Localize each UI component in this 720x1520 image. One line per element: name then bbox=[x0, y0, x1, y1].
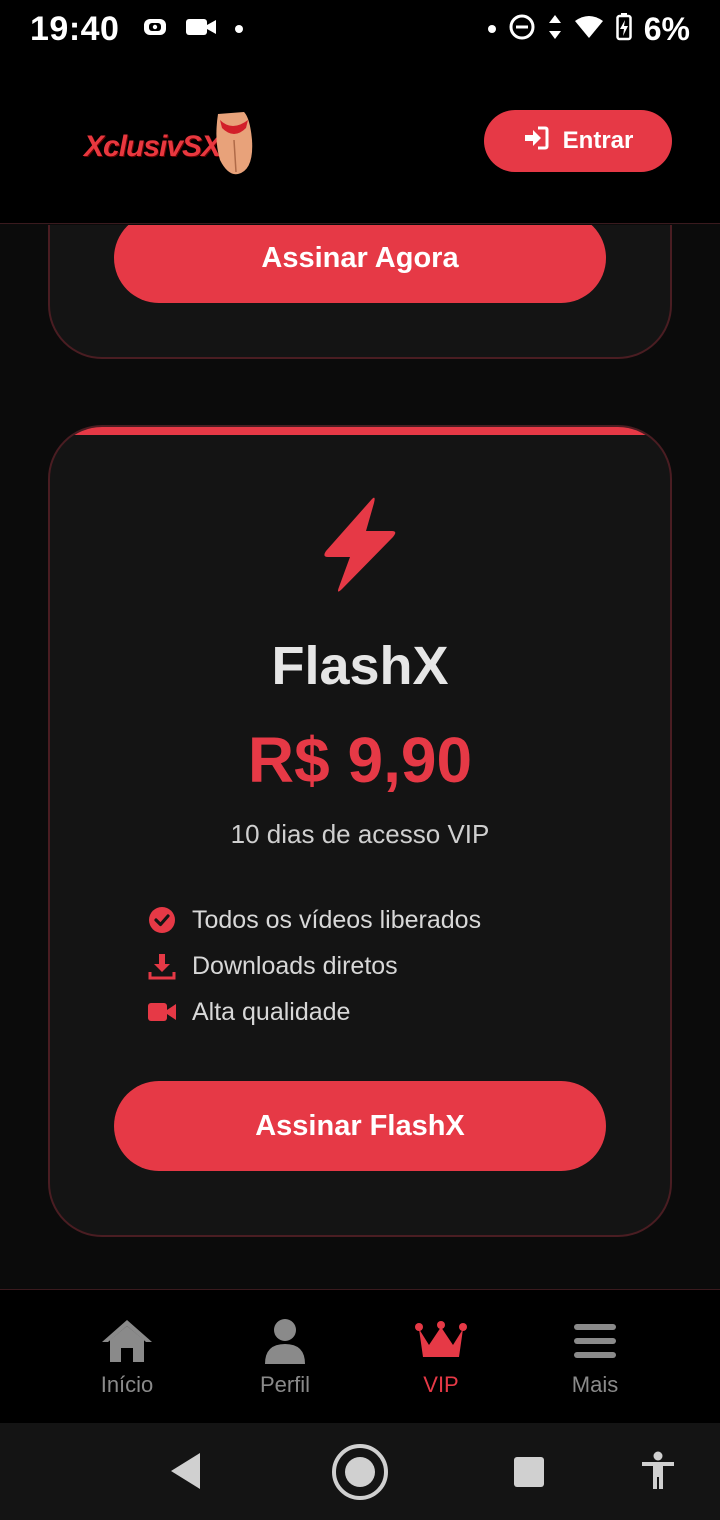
nav-label: Início bbox=[100, 1372, 154, 1397]
feature-list: Todos os vídeos liberados Downloads dire… bbox=[146, 897, 481, 1035]
home-button-icon[interactable] bbox=[331, 1443, 389, 1501]
nav-item-home[interactable]: Início bbox=[67, 1316, 187, 1398]
back-icon[interactable] bbox=[168, 1451, 204, 1491]
card-accent-bar bbox=[50, 427, 670, 435]
home-icon bbox=[100, 1316, 154, 1366]
sign-in-icon bbox=[523, 126, 549, 157]
feature-item: Alta qualidade bbox=[146, 989, 481, 1035]
battery-percent: 6% bbox=[643, 10, 690, 47]
system-nav-bar bbox=[0, 1423, 720, 1520]
screen-record-icon bbox=[143, 17, 167, 42]
nav-label: Perfil bbox=[259, 1372, 311, 1397]
menu-icon bbox=[574, 1316, 616, 1366]
crown-icon bbox=[415, 1316, 467, 1366]
feature-item: Todos os vídeos liberados bbox=[146, 897, 481, 943]
lightning-bolt-icon bbox=[322, 495, 398, 600]
accessibility-icon[interactable] bbox=[640, 1451, 676, 1491]
previous-plan-card: Assinar Agora bbox=[48, 225, 672, 359]
nav-label: Mais bbox=[571, 1372, 619, 1397]
feature-label: Alta qualidade bbox=[192, 997, 351, 1026]
recents-icon[interactable] bbox=[513, 1456, 545, 1488]
do-not-disturb-icon bbox=[508, 13, 536, 46]
wifi-icon bbox=[574, 15, 604, 44]
feature-label: Downloads diretos bbox=[192, 951, 398, 980]
login-button[interactable]: Entrar bbox=[484, 110, 672, 172]
subscribe-now-button[interactable]: Assinar Agora bbox=[114, 225, 606, 303]
notification-dot-icon bbox=[235, 25, 244, 33]
nav-label: VIP bbox=[423, 1372, 459, 1397]
nav-item-profile[interactable]: Perfil bbox=[225, 1316, 345, 1398]
app-header: XclusivSX Entrar bbox=[0, 58, 720, 224]
main-content[interactable]: Assinar Agora FlashX R$ 9,90 10 dias de … bbox=[0, 225, 720, 1289]
notification-dot-icon bbox=[487, 25, 496, 33]
logo-text: XclusivSX bbox=[84, 129, 221, 163]
video-camera-icon bbox=[185, 17, 217, 42]
plan-price: R$ 9,90 bbox=[247, 724, 473, 796]
logo-art-icon bbox=[210, 110, 256, 183]
plan-subtitle: 10 dias de acesso VIP bbox=[230, 819, 490, 849]
battery-charging-icon bbox=[616, 12, 632, 46]
download-icon bbox=[146, 950, 178, 982]
login-label: Entrar bbox=[562, 127, 634, 154]
plan-title: FlashX bbox=[271, 636, 449, 696]
plan-card-flashx: FlashX R$ 9,90 10 dias de acesso VIP Tod… bbox=[48, 425, 672, 1237]
video-icon bbox=[146, 996, 178, 1028]
feature-label: Todos os vídeos liberados bbox=[192, 905, 482, 934]
subscribe-flashx-button[interactable]: Assinar FlashX bbox=[114, 1081, 606, 1171]
user-icon bbox=[264, 1316, 306, 1366]
check-circle-icon bbox=[146, 904, 178, 936]
feature-item: Downloads diretos bbox=[146, 943, 481, 989]
status-time: 19:40 bbox=[30, 9, 120, 48]
data-arrows-icon bbox=[548, 14, 562, 45]
bottom-nav: Início Perfil VIP Mais bbox=[0, 1289, 720, 1423]
nav-item-more[interactable]: Mais bbox=[535, 1316, 655, 1398]
nav-item-vip[interactable]: VIP bbox=[381, 1316, 501, 1398]
status-bar: 19:40 6% bbox=[0, 0, 720, 58]
logo[interactable]: XclusivSX bbox=[84, 110, 256, 183]
